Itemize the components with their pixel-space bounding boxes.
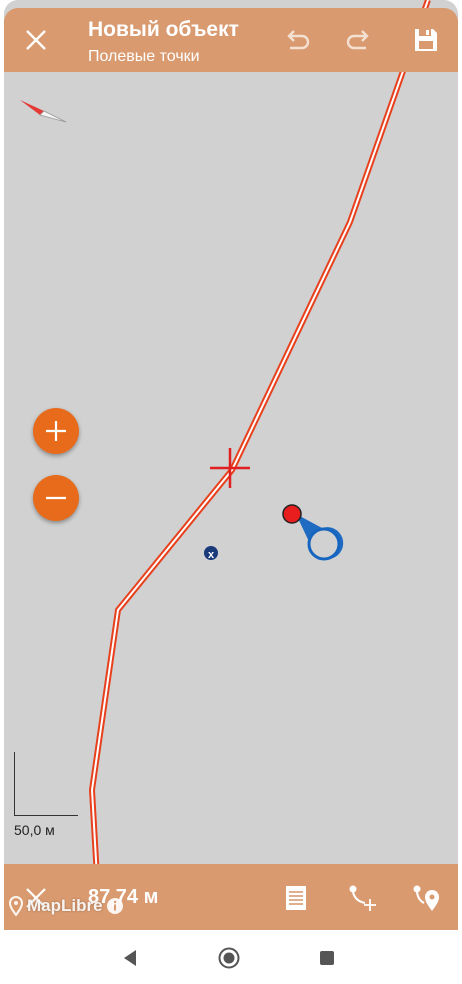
add-vertex-button[interactable] <box>342 878 382 918</box>
home-icon <box>218 947 240 969</box>
plus-icon <box>46 421 66 441</box>
map-pin-icon <box>8 896 24 916</box>
compass-icon[interactable] <box>18 94 70 124</box>
undo-button[interactable] <box>276 20 316 60</box>
crosshair-icon <box>210 448 250 488</box>
location-indicator-icon <box>282 504 344 561</box>
add-point-button[interactable] <box>406 878 446 918</box>
zoom-out-button[interactable] <box>33 475 79 521</box>
redo-button[interactable] <box>340 20 380 60</box>
undo-icon <box>287 30 310 50</box>
recents-button[interactable] <box>307 938 347 978</box>
save-icon <box>415 29 437 51</box>
recents-icon <box>320 951 334 965</box>
close-button[interactable] <box>16 20 56 60</box>
map-view[interactable]: x 50,0 м <box>4 0 458 930</box>
save-button[interactable] <box>406 20 446 60</box>
page-title: Новый объект <box>88 18 239 41</box>
list-button[interactable] <box>276 878 316 918</box>
top-toolbar: Новый объект Полевые точки <box>4 8 458 72</box>
home-button[interactable] <box>209 938 249 978</box>
back-icon <box>124 950 136 966</box>
system-navigation-bar <box>4 930 458 984</box>
scale-label: 50,0 м <box>14 822 55 838</box>
zoom-in-button[interactable] <box>33 408 79 454</box>
svg-text:x: x <box>208 549 215 561</box>
app-screen: x 50,0 м Новый объект Полевые точки 87,7… <box>4 0 458 984</box>
gps-marker-icon: x <box>204 546 218 561</box>
add-vertex-icon <box>349 885 376 911</box>
minus-icon <box>46 496 66 500</box>
info-icon[interactable] <box>106 897 124 915</box>
back-button[interactable] <box>110 938 150 978</box>
track-line <box>88 0 431 930</box>
page-subtitle: Полевые точки <box>88 48 200 65</box>
attribution-label: MapLibre <box>27 896 103 915</box>
close-icon <box>26 30 46 50</box>
maplibre-attribution[interactable]: MapLibre <box>8 896 124 916</box>
scale-bar <box>14 752 78 818</box>
redo-icon <box>346 30 369 50</box>
list-icon <box>286 886 306 910</box>
add-point-icon <box>413 885 439 911</box>
